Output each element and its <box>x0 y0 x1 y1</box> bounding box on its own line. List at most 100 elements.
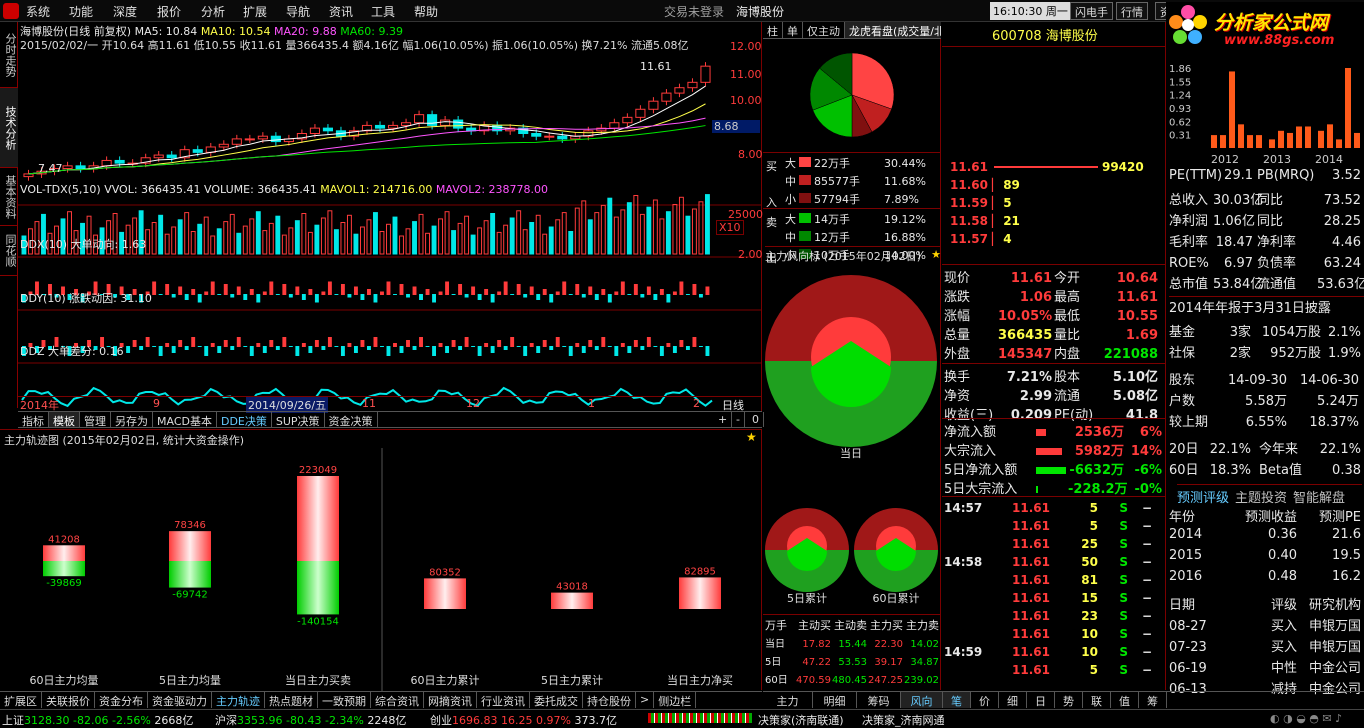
menu-item[interactable]: 系统 <box>26 3 50 20</box>
chg-row: 60日 18.3% Beta值 0.38 <box>1169 459 1361 478</box>
function-tab[interactable]: 侧边栏 <box>654 692 697 708</box>
function-tab[interactable]: 资金驱动力 <box>148 692 212 708</box>
menu-item[interactable]: 帮助 <box>414 3 438 20</box>
volume-bar <box>210 235 216 255</box>
tab-order[interactable]: 单 <box>783 22 803 38</box>
tick-volume: 25 <box>1081 537 1098 551</box>
ddx-bar <box>353 286 358 295</box>
tick-side: S <box>1119 645 1128 659</box>
function-tab[interactable]: 关联报价 <box>42 692 95 708</box>
function-tab[interactable]: 资金分布 <box>95 692 148 708</box>
tab-active-only[interactable]: 仅主动 <box>803 22 845 38</box>
tab-template[interactable]: 模板 <box>49 412 80 428</box>
function-tab[interactable]: 热点题材 <box>265 692 318 708</box>
server-2[interactable]: 决策家_济南网通 <box>862 712 945 728</box>
volume-bar <box>353 233 359 255</box>
fin-tab[interactable]: 主题投资 <box>1235 491 1287 506</box>
candle-body <box>270 135 281 143</box>
tab-trend[interactable]: 势 <box>1055 692 1083 708</box>
tab-fund[interactable]: 资金决策 <box>325 412 378 428</box>
star-icon[interactable]: ★ <box>931 248 941 261</box>
tab-day[interactable]: 日 <box>1027 692 1055 708</box>
sh-index[interactable]: 上证3128.30 -82.06 -2.56% 2668亿 <box>2 712 193 728</box>
tab-dde[interactable]: DDE决策 <box>217 412 272 428</box>
plus-button[interactable]: + <box>714 412 733 427</box>
server-1[interactable]: 决策家(济南联通) <box>758 712 844 728</box>
date-label: 9 <box>153 397 160 410</box>
tab-chips[interactable]: 筹码 <box>857 692 901 708</box>
menu-item[interactable]: 导航 <box>286 3 310 20</box>
menu-item[interactable]: 功能 <box>69 3 93 20</box>
tab-fine[interactable]: 细 <box>999 692 1027 708</box>
eps-tick: 1.86 <box>1169 64 1191 75</box>
fin-row: 毛利率 18.47 净利率 4.46 <box>1169 231 1361 250</box>
function-tab[interactable]: 行业资讯 <box>477 692 530 708</box>
mavol2-label: MAVOL2: 238778.00 <box>435 183 549 196</box>
menu-item[interactable]: 分析 <box>201 3 225 20</box>
star-icon[interactable]: ★ <box>746 430 757 444</box>
tab-dragon-tiger[interactable]: 龙虎看盘(成交量/北 <box>845 22 941 38</box>
ddy-bar <box>210 343 215 347</box>
quote-value: 1.06 <box>1019 290 1052 305</box>
kline-chart[interactable] <box>18 50 762 412</box>
tab-wind[interactable]: 风向 <box>901 692 943 708</box>
tab-value[interactable]: 值 <box>1111 692 1139 708</box>
function-tab[interactable]: 委托成交 <box>530 692 583 708</box>
ddy-bar <box>380 346 384 347</box>
ddy-bar <box>295 346 300 356</box>
table-cell: 2014 <box>1169 527 1203 542</box>
lightning-button[interactable]: 闪电手 <box>1070 2 1113 20</box>
fin-tab[interactable]: 智能解盘 <box>1293 491 1345 506</box>
tab-saveas[interactable]: 另存为 <box>111 412 153 428</box>
ddy-bar <box>353 346 358 353</box>
menu-item[interactable]: 资讯 <box>329 3 353 20</box>
tab-trade[interactable]: 笔 <box>943 692 971 708</box>
tab-fundamentals[interactable]: 基本资料 <box>0 168 18 226</box>
minus-button[interactable]: - <box>732 412 745 427</box>
size-label: 小 <box>785 193 796 206</box>
menu-item[interactable]: 报价 <box>157 3 181 20</box>
eps-bar <box>1256 135 1262 148</box>
eps-bar <box>1247 135 1253 148</box>
menu-item[interactable]: 扩展 <box>243 3 267 20</box>
ddy-bar <box>672 346 677 353</box>
quote-key: 今开 <box>1054 271 1081 286</box>
tab-manage[interactable]: 管理 <box>80 412 111 428</box>
function-tab[interactable]: 综合资讯 <box>371 692 424 708</box>
tab-price[interactable]: 价 <box>971 692 999 708</box>
eps-tick: 0.31 <box>1169 131 1191 142</box>
hs-index[interactable]: 沪深3353.96 -80.43 -2.34% 2248亿 <box>215 712 406 728</box>
zero-button[interactable]: 0 <box>748 412 764 427</box>
tick-row: 11.61 5 S − <box>944 663 1152 677</box>
volume-bar <box>346 214 352 255</box>
tab-timeshare[interactable]: 分时走势 <box>0 22 18 88</box>
tab-main[interactable]: 主力 <box>763 692 813 708</box>
fin-key: 总收入 <box>1169 193 1209 208</box>
volume-bar <box>646 206 652 255</box>
tab-indicator[interactable]: 指标 <box>18 412 49 428</box>
function-tab[interactable]: 网摘资讯 <box>424 692 477 708</box>
tab-macd[interactable]: MACD基本 <box>153 412 217 428</box>
tab-bar-chart[interactable]: 柱 <box>763 22 783 38</box>
function-tab[interactable]: 扩展区 <box>0 692 42 708</box>
function-tab[interactable]: > <box>636 692 655 708</box>
tab-sup[interactable]: SUP决策 <box>272 412 325 428</box>
cy-index[interactable]: 创业1696.83 16.25 0.97% 373.7亿 <box>430 712 617 728</box>
candle-body <box>75 165 86 170</box>
tab-link[interactable]: 联 <box>1083 692 1111 708</box>
tab-detail[interactable]: 明细 <box>813 692 857 708</box>
function-tab[interactable]: 一致预期 <box>318 692 371 708</box>
quote-button[interactable]: 行情 <box>1116 2 1148 20</box>
candle-body <box>374 124 386 129</box>
function-tab[interactable]: 主力轨迹 <box>212 692 265 708</box>
tab-chips2[interactable]: 筹 <box>1139 692 1167 708</box>
fin-tab[interactable]: 预测评级 <box>1177 491 1229 506</box>
function-tab[interactable]: 持仓股份 <box>583 692 636 708</box>
menu-item[interactable]: 深度 <box>113 3 137 20</box>
volume-bar <box>542 233 548 255</box>
volume-bar <box>581 200 587 255</box>
app-logo-icon[interactable] <box>3 3 19 19</box>
menu-item[interactable]: 工具 <box>371 3 395 20</box>
tab-technical[interactable]: 技术分析 <box>0 88 18 168</box>
tab-tonghuashun[interactable]: 同花顺 <box>0 226 18 276</box>
